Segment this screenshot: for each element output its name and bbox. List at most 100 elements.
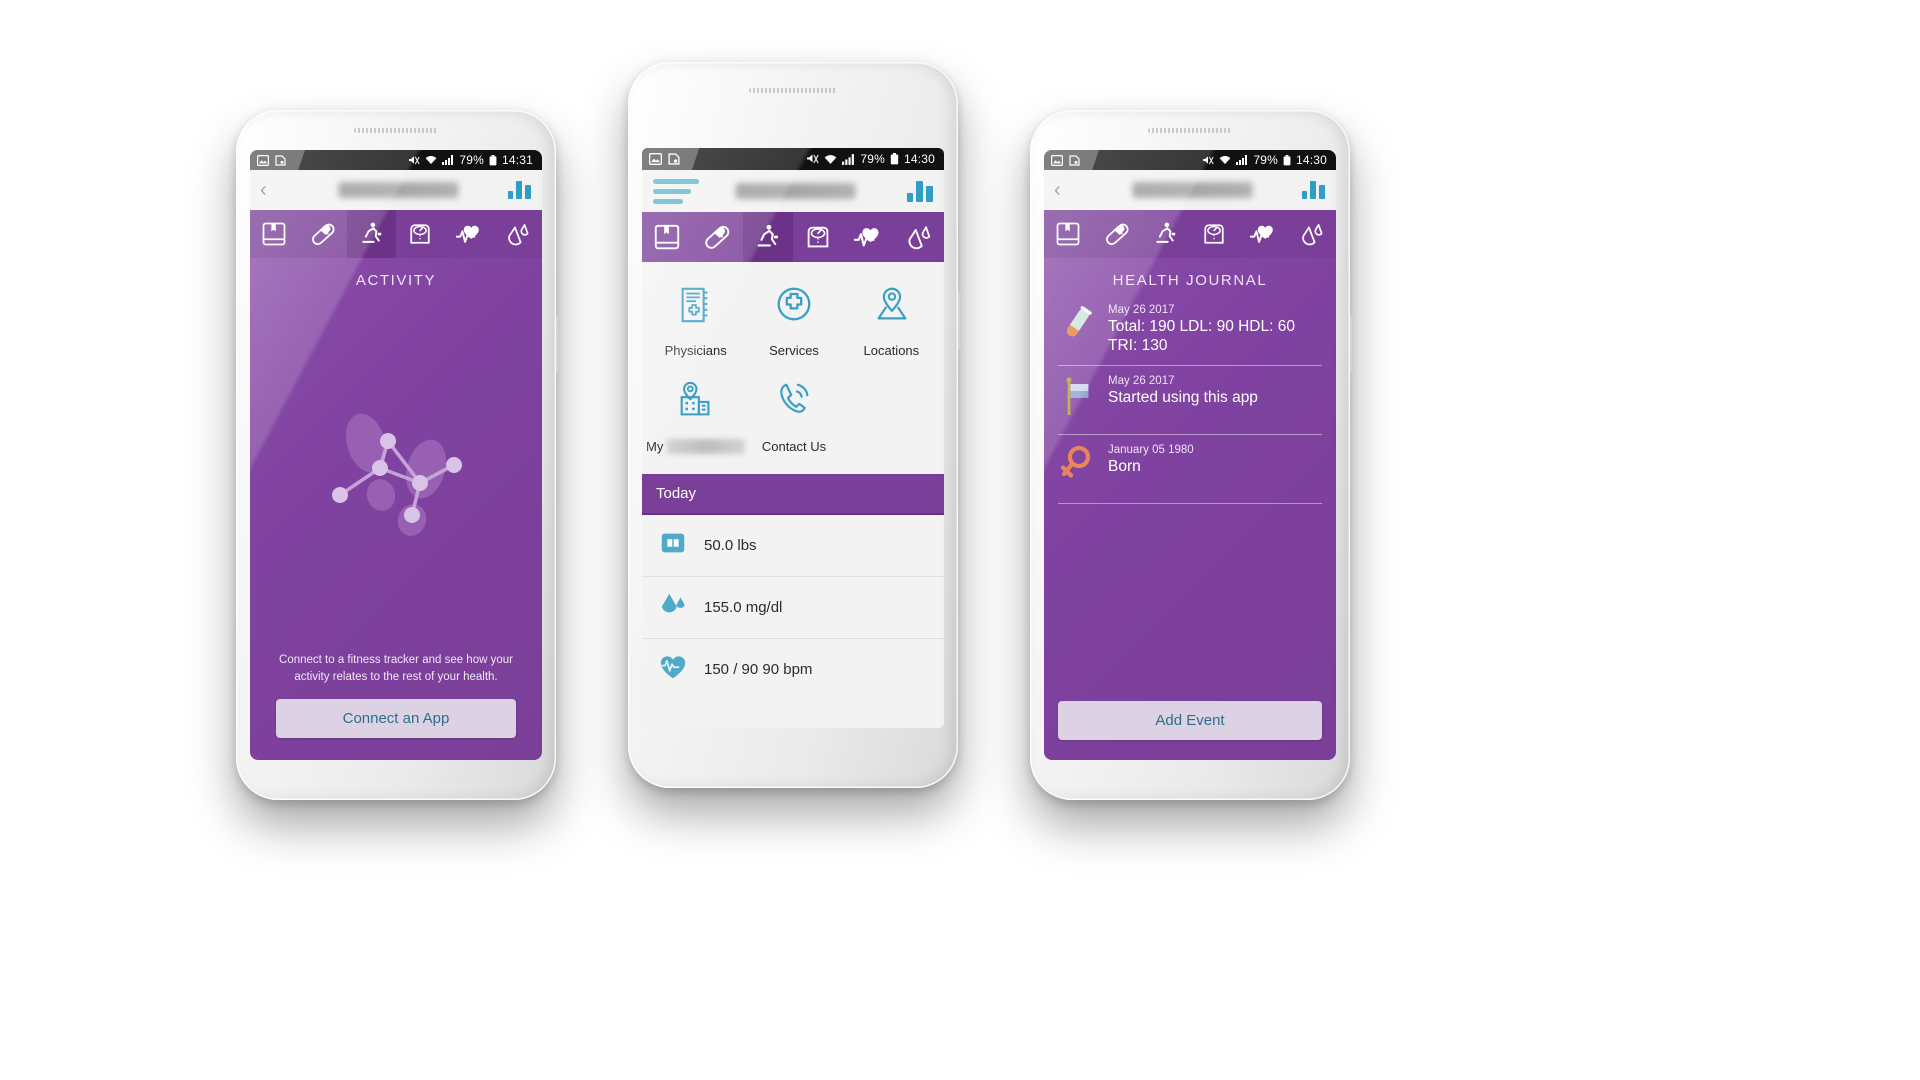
bar-chart-icon[interactable]: [508, 181, 542, 199]
app-header: [642, 170, 944, 212]
tab-vitals[interactable]: [445, 210, 494, 258]
measurement-row-bloodpressure[interactable]: 150 / 90 90 bpm: [642, 639, 944, 700]
health-journal-screen: HEALTH JOURNAL May 26 2017 Total: 190 LD…: [1044, 258, 1336, 760]
tab-journal[interactable]: [250, 210, 299, 258]
tab-journal[interactable]: [642, 212, 692, 262]
add-event-button[interactable]: Add Event: [1058, 701, 1322, 740]
tab-journal[interactable]: [1044, 210, 1093, 258]
status-bar-divider: [689, 148, 703, 170]
service-services[interactable]: Services: [745, 276, 842, 372]
service-label: Locations: [863, 343, 920, 358]
map-pin-icon: [870, 284, 912, 331]
measurement-row-glucose[interactable]: 155.0 mg/dl: [642, 577, 944, 639]
measurement-row-weight[interactable]: 50.0 lbs: [642, 515, 944, 577]
journal-entry[interactable]: January 05 1980 Born: [1058, 435, 1322, 505]
signal-icon: [1236, 155, 1248, 165]
bar-chart-icon[interactable]: [907, 180, 944, 202]
flag-icon: [1060, 375, 1094, 424]
footprints-network-icon: [250, 289, 542, 652]
service-label-redacted: [667, 439, 746, 454]
heart-pulse-icon: [658, 652, 688, 687]
logo-wordmark-redacted: [735, 183, 856, 199]
tab-weight[interactable]: [793, 212, 843, 262]
journal-list: May 26 2017 Total: 190 LDL: 90 HDL: 60 T…: [1044, 295, 1336, 505]
tab-bar: [1044, 210, 1336, 258]
service-label: Physicians: [664, 343, 727, 358]
clock: 14:30: [1295, 153, 1327, 167]
status-left-icons: [642, 148, 689, 170]
earpiece-speaker: [749, 88, 837, 93]
earpiece-speaker: [1148, 128, 1232, 133]
logo-wordmark-redacted: [338, 182, 459, 198]
battery-percent: 79%: [1253, 153, 1278, 167]
tab-vitals[interactable]: [843, 212, 893, 262]
tab-labs[interactable]: [1287, 210, 1336, 258]
battery-percent: 79%: [459, 153, 484, 167]
female-sign-icon: [1060, 444, 1094, 493]
wifi-icon: [1219, 155, 1231, 165]
service-label-prefix: My: [646, 439, 664, 454]
service-label: My: [646, 439, 746, 454]
tab-medication[interactable]: [299, 210, 348, 258]
screenshot-icon: [275, 154, 286, 166]
status-bar: 79% 14:30: [642, 148, 944, 170]
journal-entry-text: Total: 190 LDL: 90 HDL: 60 TRI: 130: [1108, 318, 1295, 354]
clock: 14:31: [501, 153, 533, 167]
tab-medication[interactable]: [1093, 210, 1142, 258]
measurement-value: 150 / 90 90 bpm: [704, 661, 813, 678]
hamburger-icon[interactable]: [642, 178, 699, 204]
service-my-hospital[interactable]: My: [646, 372, 746, 468]
tab-labs[interactable]: [493, 210, 542, 258]
signal-icon: [442, 155, 454, 165]
tab-activity[interactable]: [347, 210, 397, 258]
app-header: ‹: [250, 170, 542, 210]
earpiece-speaker: [354, 128, 438, 133]
connect-an-app-button[interactable]: Connect an App: [276, 699, 516, 738]
tab-activity[interactable]: [742, 212, 793, 262]
status-bar-divider: [295, 150, 309, 170]
tab-activity[interactable]: [1141, 210, 1190, 258]
journal-entry-date: May 26 2017: [1108, 375, 1175, 388]
side-button[interactable]: [1348, 316, 1353, 372]
service-physicians[interactable]: Physicians: [646, 276, 745, 372]
services-grid: Physicians Services Locations My Contact…: [642, 262, 944, 474]
status-bar: 79% 14:31: [250, 150, 542, 170]
tab-vitals[interactable]: [1239, 210, 1288, 258]
tab-weight[interactable]: [1190, 210, 1239, 258]
status-right-icons: 79% 14:30: [806, 152, 944, 166]
tab-labs[interactable]: [894, 212, 944, 262]
page-title: ACTIVITY: [355, 272, 437, 289]
tab-medication[interactable]: [692, 212, 742, 262]
screen-right: 79% 14:30 ‹ HEALTH JOURNAL May 26 2017 T…: [1044, 150, 1336, 760]
battery-icon: [890, 153, 899, 165]
side-button[interactable]: [956, 292, 961, 350]
service-contact-us[interactable]: Contact Us: [745, 372, 842, 468]
phone-call-icon: [773, 380, 815, 427]
service-locations[interactable]: Locations: [843, 276, 940, 372]
status-left-icons: [1044, 150, 1089, 170]
home-screen: Physicians Services Locations My Contact…: [642, 262, 944, 728]
journal-entry[interactable]: May 26 2017 Total: 190 LDL: 90 HDL: 60 T…: [1058, 295, 1322, 367]
tab-bar: [642, 212, 944, 262]
tab-bar: [250, 210, 542, 258]
journal-entry-text: Started using this app: [1108, 389, 1258, 407]
service-label: Contact Us: [761, 439, 827, 454]
tab-weight[interactable]: [396, 210, 445, 258]
back-button[interactable]: ‹: [250, 180, 267, 200]
mute-icon: [408, 155, 420, 166]
droplet-icon: [658, 590, 688, 625]
status-right-icons: 79% 14:30: [1202, 153, 1336, 167]
gallery-icon: [1051, 154, 1063, 166]
bar-chart-icon[interactable]: [1302, 181, 1336, 199]
wifi-icon: [425, 155, 437, 165]
back-button[interactable]: ‹: [1044, 180, 1061, 200]
side-button[interactable]: [554, 316, 559, 372]
activity-screen: ACTIVITY Connect to a fitness tracker an…: [250, 258, 542, 760]
screen-left: 79% 14:31 ‹ ACTIVITY Connect to a fitnes…: [250, 150, 542, 760]
today-section-header: Today: [642, 474, 944, 515]
medical-cross-circle-icon: [773, 284, 815, 331]
phone-center: 79% 14:30 Physicians Services Locations …: [628, 62, 961, 788]
measurement-value: 50.0 lbs: [704, 537, 757, 554]
journal-entry[interactable]: May 26 2017 Started using this app: [1058, 366, 1322, 436]
physician-directory-icon: [675, 284, 717, 331]
